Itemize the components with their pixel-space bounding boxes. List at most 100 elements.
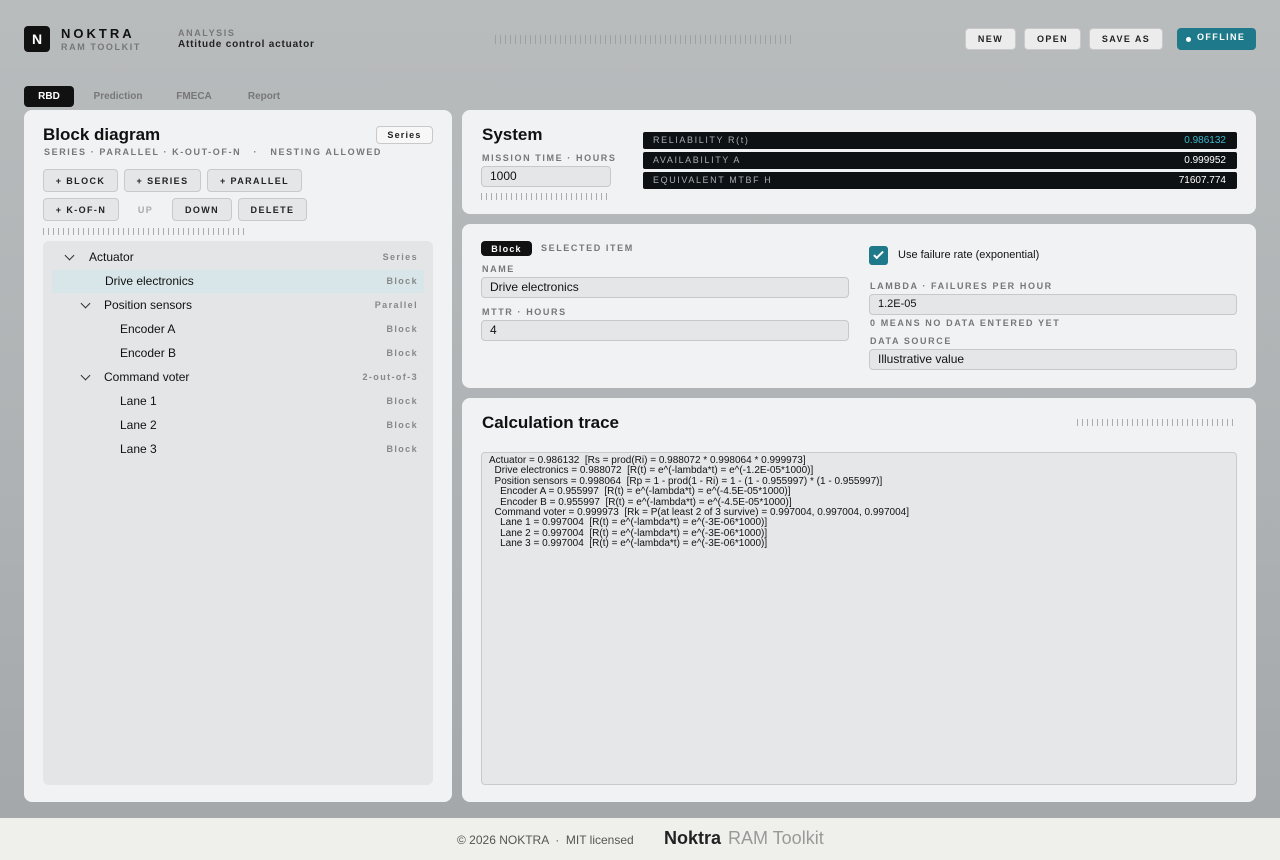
trace-output[interactable]: Actuator = 0.986132 [Rs = prod(Ri) = 0.9…	[481, 452, 1237, 785]
add-parallel-button[interactable]: + PARALLEL	[207, 169, 302, 192]
tree-item-label: Actuator	[89, 250, 134, 264]
trace-line: Lane 3 = 0.997004 [R(t) = e^(-lambda*t) …	[489, 538, 768, 550]
tree-item-type: Block	[386, 396, 418, 406]
tree-item-type: 2-out-of-3	[362, 372, 418, 382]
tree-row[interactable]: Lane 2 Block	[52, 414, 424, 437]
tab-prediction[interactable]: Prediction	[86, 86, 150, 107]
availability-metric: AVAILABILITY A 0.999952	[643, 152, 1237, 169]
save-as-button[interactable]: SAVE AS	[1089, 28, 1163, 50]
chevron-down-icon[interactable]	[80, 298, 91, 309]
lambda-input[interactable]: 1.2E-05	[869, 294, 1237, 315]
tree-item-type: Block	[386, 348, 418, 358]
tab-rbd[interactable]: RBD	[24, 86, 74, 107]
delete-button[interactable]: DELETE	[238, 198, 307, 221]
mission-time-label: MISSION TIME · HOURS	[482, 153, 617, 163]
brand: NOKTRA RAM TOOLKIT	[61, 27, 141, 53]
mode-badge[interactable]: Series	[376, 126, 433, 144]
tree-row[interactable]: Actuator Series	[52, 246, 424, 269]
brand-name: NOKTRA	[61, 26, 135, 41]
tab-report[interactable]: Report	[240, 86, 288, 107]
lambda-label: LAMBDA · FAILURES PER HOUR	[870, 281, 1053, 291]
add-block-button[interactable]: + BLOCK	[43, 169, 118, 192]
footer-product: RAM Toolkit	[728, 828, 824, 848]
metric-label: AVAILABILITY A	[653, 155, 741, 165]
tree-row[interactable]: Encoder B Block	[52, 342, 424, 365]
decorative-ticks	[495, 35, 795, 44]
tree-row[interactable]: Lane 1 Block	[52, 390, 424, 413]
system-panel: System MISSION TIME · HOURS 1000 RELIABI…	[462, 110, 1256, 214]
add-kofn-button[interactable]: + K-OF-N	[43, 198, 119, 221]
calculation-trace-panel: Calculation trace Actuator = 0.986132 [R…	[462, 398, 1256, 802]
system-title: System	[482, 125, 543, 144]
tree-item-type: Block	[386, 420, 418, 430]
metric-label: RELIABILITY R(t)	[653, 135, 750, 145]
decorative-ticks	[43, 228, 245, 235]
lambda-hint: 0 MEANS NO DATA ENTERED YET	[870, 318, 1061, 328]
tree-item-type: Block	[386, 444, 418, 454]
checkmark-icon	[873, 248, 884, 260]
status-label: OFFLINE	[1197, 32, 1246, 42]
data-source-label: DATA SOURCE	[870, 336, 952, 346]
footer-copyright: © 2026 NOKTRA · MIT licensed	[457, 833, 634, 847]
status-dot-icon	[1186, 37, 1191, 42]
tree-item-label: Lane 1	[120, 394, 157, 408]
mttr-label: MTTR · HOURS	[482, 307, 567, 317]
analysis-title: Attitude control actuator	[178, 39, 315, 50]
chevron-down-icon[interactable]	[80, 370, 91, 381]
name-input[interactable]: Drive electronics	[481, 277, 849, 298]
mtbf-metric: EQUIVALENT MTBF H 71607.774	[643, 172, 1237, 189]
selected-item-panel: Block SELECTED ITEM NAME Drive electroni…	[462, 224, 1256, 388]
open-button[interactable]: OPEN	[1024, 28, 1081, 50]
top-bar: N NOKTRA RAM TOOLKIT ANALYSIS Attitude c…	[24, 26, 1256, 54]
add-series-button[interactable]: + SERIES	[124, 169, 201, 192]
mttr-input[interactable]: 4	[481, 320, 849, 341]
block-diagram-panel: Block diagram Series SERIES · PARALLEL ·…	[24, 110, 452, 802]
analysis-header: ANALYSIS Attitude control actuator	[178, 28, 315, 51]
tree-item-label: Encoder B	[120, 346, 177, 360]
tree-item-label: Lane 2	[120, 418, 157, 432]
tree-item-label: Lane 3	[120, 442, 157, 456]
tree-item-type: Block	[386, 324, 418, 334]
logo-icon: N	[24, 26, 50, 52]
tree-item-type: Series	[382, 252, 418, 262]
data-source-input[interactable]: Illustrative value	[869, 349, 1237, 370]
footer: © 2026 NOKTRA · MIT licensed Noktra RAM …	[0, 818, 1280, 860]
tree-item-label: Command voter	[104, 370, 190, 384]
reliability-metric: RELIABILITY R(t) 0.986132	[643, 132, 1237, 149]
brand-subtitle: RAM TOOLKIT	[61, 42, 141, 52]
metric-label: EQUIVALENT MTBF H	[653, 175, 773, 185]
move-up-button[interactable]: UP	[125, 198, 166, 221]
tree-row[interactable]: Command voter 2-out-of-3	[52, 366, 424, 389]
use-failure-rate-checkbox[interactable]	[869, 246, 888, 265]
availability-value: 0.999952	[1184, 155, 1226, 166]
name-label: NAME	[482, 264, 515, 274]
block-diagram-subtitle: SERIES · PARALLEL · K-OUT-OF-N · NESTING…	[44, 147, 383, 157]
reliability-value: 0.986132	[1184, 135, 1226, 146]
tree-item-type: Block	[386, 276, 418, 286]
move-down-button[interactable]: DOWN	[172, 198, 232, 221]
tree-item-label: Drive electronics	[105, 274, 194, 288]
new-button[interactable]: NEW	[965, 28, 1016, 50]
tree-item-type: Parallel	[374, 300, 418, 310]
tree-row[interactable]: Position sensors Parallel	[52, 294, 424, 317]
analysis-label: ANALYSIS	[178, 28, 236, 38]
decorative-ticks	[1077, 419, 1237, 426]
tree-item-label: Encoder A	[120, 322, 176, 336]
offline-status-button[interactable]: OFFLINE	[1177, 28, 1256, 50]
tree-row[interactable]: Lane 3 Block	[52, 438, 424, 461]
tree-row[interactable]: Drive electronics Block	[52, 270, 424, 293]
tab-fmeca[interactable]: FMECA	[170, 86, 218, 107]
item-type-badge: Block	[481, 241, 532, 256]
tree-row[interactable]: Encoder A Block	[52, 318, 424, 341]
block-diagram-title: Block diagram	[43, 125, 161, 144]
trace-title: Calculation trace	[482, 413, 619, 432]
mission-time-input[interactable]: 1000	[481, 166, 611, 187]
decorative-ticks	[481, 193, 611, 200]
chevron-down-icon[interactable]	[64, 250, 75, 261]
footer-brand: Noktra	[664, 828, 722, 848]
tree-item-label: Position sensors	[104, 298, 193, 312]
use-failure-rate-label[interactable]: Use failure rate (exponential)	[898, 249, 1039, 261]
selected-item-label: SELECTED ITEM	[541, 243, 634, 253]
block-tree: Actuator Series Drive electronics Block …	[43, 241, 433, 785]
mtbf-value: 71607.774	[1178, 175, 1226, 186]
